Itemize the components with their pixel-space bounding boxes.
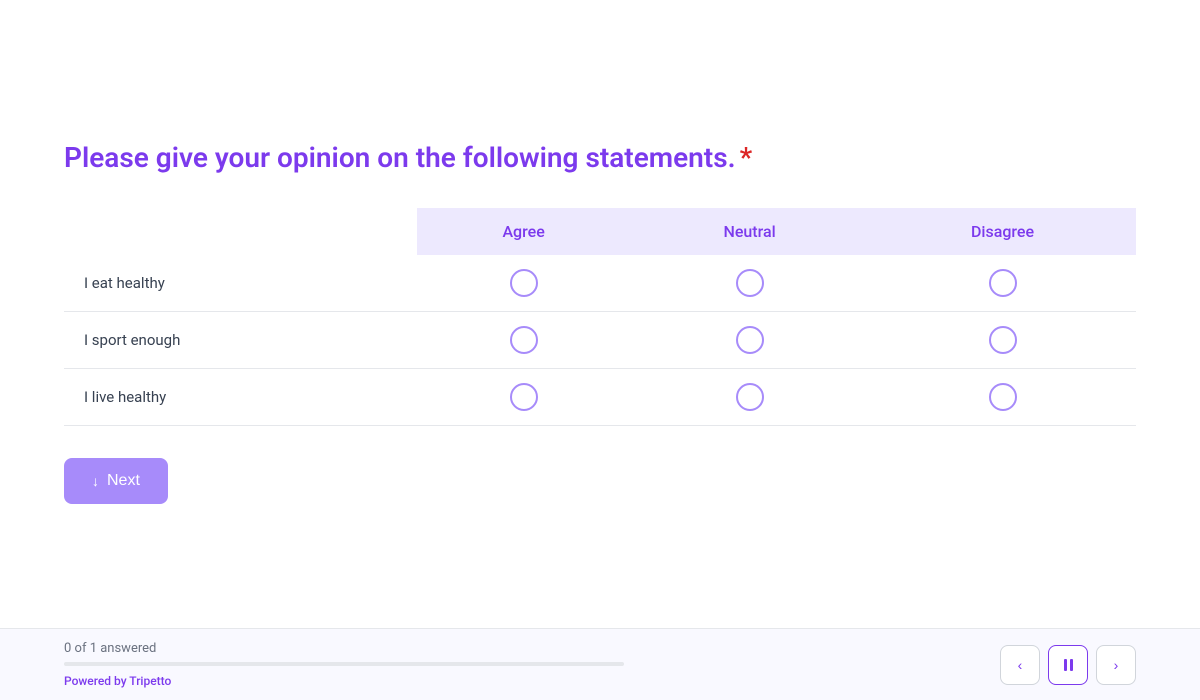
chevron-left-icon: ‹ <box>1018 657 1023 673</box>
cell-0-agree <box>417 255 630 312</box>
radio-2-agree[interactable] <box>510 383 538 411</box>
radio-0-neutral[interactable] <box>736 269 764 297</box>
radio-1-agree[interactable] <box>510 326 538 354</box>
nav-next-button[interactable]: › <box>1096 645 1136 685</box>
matrix-table: Agree Neutral Disagree I eat healthy I s… <box>64 208 1136 426</box>
row-label-0: I eat healthy <box>64 255 417 312</box>
footer-left: 0 of 1 answered Powered by Tripetto <box>64 641 624 688</box>
cell-1-neutral <box>630 312 869 369</box>
powered-by-prefix: Powered by <box>64 674 129 688</box>
cell-2-neutral <box>630 369 869 426</box>
column-disagree: Disagree <box>869 208 1136 255</box>
cell-1-disagree <box>869 312 1136 369</box>
nav-pause-button[interactable] <box>1048 645 1088 685</box>
question-title: Please give your opinion on the followin… <box>64 140 1136 176</box>
pause-bar-2 <box>1070 659 1073 671</box>
radio-2-disagree[interactable] <box>989 383 1017 411</box>
answered-count: 0 of 1 answered <box>64 641 624 656</box>
question-title-text: Please give your opinion on the followin… <box>64 141 736 174</box>
radio-0-disagree[interactable] <box>989 269 1017 297</box>
next-button-label: Next <box>107 472 140 490</box>
table-row: I live healthy <box>64 369 1136 426</box>
powered-by: Powered by Tripetto <box>64 674 624 688</box>
powered-by-brand: Tripetto <box>129 674 171 688</box>
radio-1-disagree[interactable] <box>989 326 1017 354</box>
next-icon: ↓ <box>92 473 99 489</box>
table-row: I sport enough <box>64 312 1136 369</box>
chevron-right-icon: › <box>1114 657 1119 673</box>
pause-bar-1 <box>1064 659 1067 671</box>
cell-1-agree <box>417 312 630 369</box>
row-label-2: I live healthy <box>64 369 417 426</box>
cell-0-disagree <box>869 255 1136 312</box>
radio-2-neutral[interactable] <box>736 383 764 411</box>
cell-2-disagree <box>869 369 1136 426</box>
pause-icon <box>1064 659 1073 671</box>
nav-controls: ‹ › <box>1000 645 1136 685</box>
next-button[interactable]: ↓ Next <box>64 458 168 504</box>
radio-0-agree[interactable] <box>510 269 538 297</box>
required-asterisk: * <box>740 141 753 174</box>
footer: 0 of 1 answered Powered by Tripetto ‹ › <box>0 628 1200 700</box>
row-label-header <box>64 208 417 255</box>
main-content: Please give your opinion on the followin… <box>0 0 1200 504</box>
row-label-1: I sport enough <box>64 312 417 369</box>
radio-1-neutral[interactable] <box>736 326 764 354</box>
cell-0-neutral <box>630 255 869 312</box>
table-row: I eat healthy <box>64 255 1136 312</box>
column-neutral: Neutral <box>630 208 869 255</box>
cell-2-agree <box>417 369 630 426</box>
nav-prev-button[interactable]: ‹ <box>1000 645 1040 685</box>
progress-bar-track <box>64 662 624 666</box>
column-agree: Agree <box>417 208 630 255</box>
